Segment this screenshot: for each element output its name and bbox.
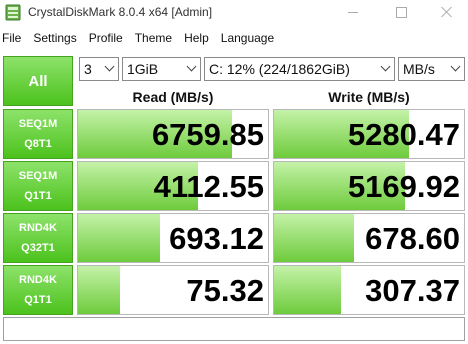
test-queue: Q1T1 bbox=[24, 190, 52, 202]
write-value: 678.60 bbox=[365, 221, 460, 256]
chevron-down-icon bbox=[104, 61, 115, 72]
menu-settings[interactable]: Settings bbox=[27, 28, 82, 48]
test-name: SEQ1M bbox=[18, 118, 58, 130]
test-size-value: 1GiB bbox=[127, 61, 159, 77]
test-button-rnd4k-q1t1[interactable]: RND4K Q1T1 bbox=[3, 265, 73, 315]
read-value: 4112.55 bbox=[153, 169, 264, 204]
write-result-cell: 5280.47 bbox=[273, 109, 465, 159]
close-button[interactable] bbox=[424, 0, 468, 26]
read-result-cell: 693.12 bbox=[77, 213, 269, 263]
drive-select[interactable]: C: 12% (224/1862GiB) bbox=[204, 57, 395, 81]
write-value: 5280.47 bbox=[347, 117, 460, 152]
read-level-bar bbox=[78, 214, 160, 262]
write-level-bar bbox=[274, 214, 354, 262]
read-result-cell: 75.32 bbox=[77, 265, 269, 315]
menu-help[interactable]: Help bbox=[178, 28, 215, 48]
menu-file[interactable]: File bbox=[0, 28, 27, 48]
test-count-select[interactable]: 3 bbox=[79, 57, 119, 81]
read-column-header: Read (MB/s) bbox=[132, 89, 214, 105]
test-name: SEQ1M bbox=[18, 170, 58, 182]
read-value: 693.12 bbox=[169, 221, 264, 256]
test-button-rnd4k-q32t1[interactable]: RND4K Q32T1 bbox=[3, 213, 73, 263]
unit-value: MB/s bbox=[403, 61, 435, 77]
test-queue: Q1T1 bbox=[24, 294, 52, 306]
drive-value: C: 12% (224/1862GiB) bbox=[209, 61, 350, 77]
write-result-cell: 307.37 bbox=[273, 265, 465, 315]
test-size-select[interactable]: 1GiB bbox=[122, 57, 201, 81]
write-value: 307.37 bbox=[365, 273, 460, 308]
chevron-down-icon bbox=[380, 61, 391, 72]
chevron-down-icon bbox=[186, 61, 197, 72]
menu-theme[interactable]: Theme bbox=[129, 28, 178, 48]
test-button-seq1m-q8t1[interactable]: SEQ1M Q8T1 bbox=[3, 109, 73, 159]
write-level-bar bbox=[274, 266, 341, 314]
write-result-cell: 678.60 bbox=[273, 213, 465, 263]
window-title: CrystalDiskMark 8.0.4 x64 [Admin] bbox=[28, 5, 213, 19]
write-column-header: Write (MB/s) bbox=[328, 89, 410, 105]
all-button[interactable]: All bbox=[3, 56, 73, 106]
read-level-bar bbox=[78, 266, 120, 314]
write-value: 5169.92 bbox=[347, 169, 460, 204]
test-count-value: 3 bbox=[84, 61, 92, 77]
test-queue: Q8T1 bbox=[24, 138, 52, 150]
chevron-down-icon bbox=[450, 61, 461, 72]
test-name: RND4K bbox=[19, 222, 57, 234]
read-value: 6759.85 bbox=[151, 117, 264, 152]
unit-select[interactable]: MB/s bbox=[398, 57, 465, 81]
minimize-button[interactable] bbox=[330, 0, 376, 26]
menu-language[interactable]: Language bbox=[215, 28, 280, 48]
read-value: 75.32 bbox=[186, 273, 264, 308]
write-result-cell: 5169.92 bbox=[273, 161, 465, 211]
app-icon bbox=[5, 4, 21, 21]
read-result-cell: 6759.85 bbox=[77, 109, 269, 159]
comment-input[interactable] bbox=[3, 317, 465, 341]
menu-profile[interactable]: Profile bbox=[83, 28, 129, 48]
read-result-cell: 4112.55 bbox=[77, 161, 269, 211]
test-button-seq1m-q1t1[interactable]: SEQ1M Q1T1 bbox=[3, 161, 73, 211]
maximize-button[interactable] bbox=[378, 0, 424, 26]
test-queue: Q32T1 bbox=[21, 242, 55, 254]
test-name: RND4K bbox=[19, 274, 57, 286]
menu-bar: File Settings Profile Theme Help Languag… bbox=[0, 28, 468, 48]
title-bar: CrystalDiskMark 8.0.4 x64 [Admin] bbox=[0, 0, 468, 26]
